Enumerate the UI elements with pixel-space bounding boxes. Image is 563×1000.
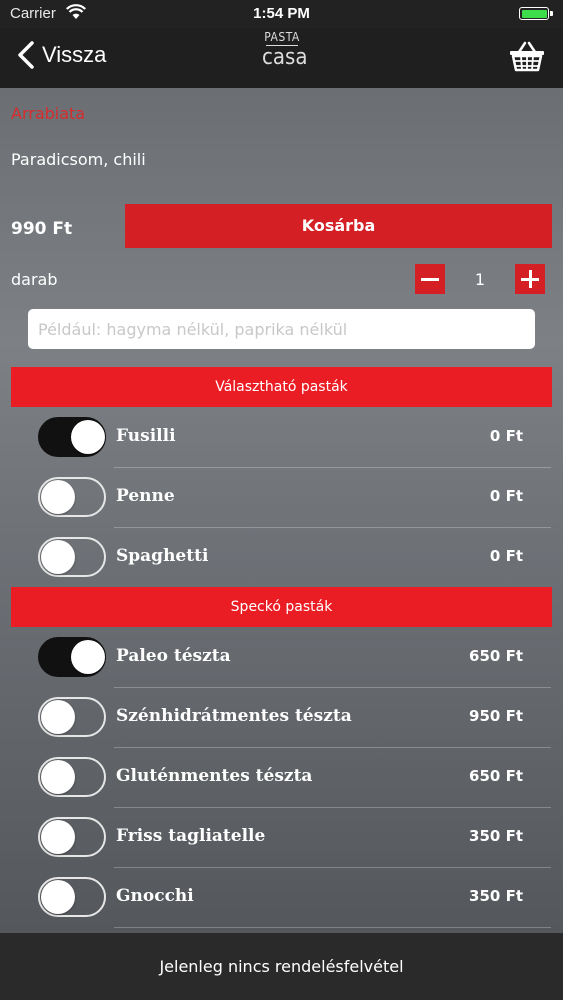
option-row-paleo[interactable]: Paleo tészta 650 Ft <box>34 628 551 688</box>
toggle-switch[interactable] <box>38 697 106 737</box>
quantity-label: darab <box>11 270 58 289</box>
toggle-switch[interactable] <box>38 477 106 517</box>
toggle-switch[interactable] <box>38 537 106 577</box>
toggle-switch[interactable] <box>38 817 106 857</box>
note-input[interactable] <box>28 309 535 349</box>
toggle-knob <box>71 640 105 674</box>
pasta-casa-logo: PASTA casa <box>262 30 308 70</box>
toggle-switch[interactable] <box>38 877 106 917</box>
quantity-value: 1 <box>474 270 486 289</box>
toggle-knob <box>41 880 75 914</box>
basket-icon[interactable] <box>509 40 545 72</box>
ordering-status-banner: Jelenleg nincs rendelésfelvétel <box>0 933 563 1000</box>
option-name: Gluténmentes tészta <box>116 766 313 786</box>
section-header-choosable-pastas: Választható pasták <box>11 367 552 407</box>
toggle-knob <box>41 820 75 854</box>
toggle-knob <box>41 540 75 574</box>
logo-bottom-text: casa <box>262 45 308 70</box>
option-price: 350 Ft <box>469 827 523 845</box>
status-time: 1:54 PM <box>253 5 310 22</box>
option-row-carb-free[interactable]: Szénhidrátmentes tészta 950 Ft <box>34 688 551 748</box>
option-row-gluten-free[interactable]: Gluténmentes tészta 650 Ft <box>34 748 551 808</box>
option-price: 350 Ft <box>469 887 523 905</box>
option-row-tagliatelle[interactable]: Friss tagliatelle 350 Ft <box>34 808 551 868</box>
toggle-knob <box>41 700 75 734</box>
toggle-switch[interactable] <box>38 757 106 797</box>
option-price: 0 Ft <box>489 427 523 445</box>
option-row-spaghetti[interactable]: Spaghetti 0 Ft <box>34 528 551 588</box>
back-label: Vissza <box>42 42 107 67</box>
option-name: Paleo tészta <box>116 646 231 666</box>
option-row-fusilli[interactable]: Fusilli 0 Ft <box>34 408 551 468</box>
option-price: 0 Ft <box>489 547 523 565</box>
toggle-switch[interactable] <box>38 417 106 457</box>
decrease-quantity-button[interactable] <box>415 264 445 294</box>
toggle-knob <box>41 480 75 514</box>
product-name: Arrabiata <box>11 104 86 123</box>
status-bar: Carrier 1:54 PM <box>0 0 563 28</box>
option-price: 650 Ft <box>469 767 523 785</box>
back-button[interactable]: Vissza <box>16 40 106 70</box>
product-ingredients: Paradicsom, chili <box>11 150 146 169</box>
toggle-knob <box>71 420 105 454</box>
option-price: 0 Ft <box>489 487 523 505</box>
minus-icon <box>421 277 439 281</box>
product-price: 990 Ft <box>11 219 73 239</box>
increase-quantity-button[interactable] <box>515 264 545 294</box>
option-name: Szénhidrátmentes tészta <box>116 706 352 726</box>
row-divider <box>114 927 551 928</box>
option-price: 650 Ft <box>469 647 523 665</box>
battery-tip <box>550 11 553 16</box>
option-name: Spaghetti <box>116 546 209 566</box>
add-to-cart-button[interactable]: Kosárba <box>125 204 552 248</box>
logo-top-text: PASTA <box>264 30 300 44</box>
option-row-penne[interactable]: Penne 0 Ft <box>34 468 551 528</box>
option-name: Fusilli <box>116 426 176 446</box>
toggle-switch[interactable] <box>38 637 106 677</box>
option-name: Penne <box>116 486 175 506</box>
toggle-knob <box>41 760 75 794</box>
option-row-gnocchi[interactable]: Gnocchi 350 Ft <box>34 868 551 928</box>
back-chevron-icon <box>18 41 34 69</box>
battery-icon <box>519 7 549 20</box>
option-price: 950 Ft <box>469 707 523 725</box>
navigation-bar: Vissza PASTA casa <box>0 28 563 88</box>
option-name: Friss tagliatelle <box>116 826 266 846</box>
section-header-special-pastas: Speckó pasták <box>11 587 552 627</box>
option-name: Gnocchi <box>116 886 194 906</box>
product-detail: Arrabiata Paradicsom, chili 990 Ft Kosár… <box>0 88 563 933</box>
